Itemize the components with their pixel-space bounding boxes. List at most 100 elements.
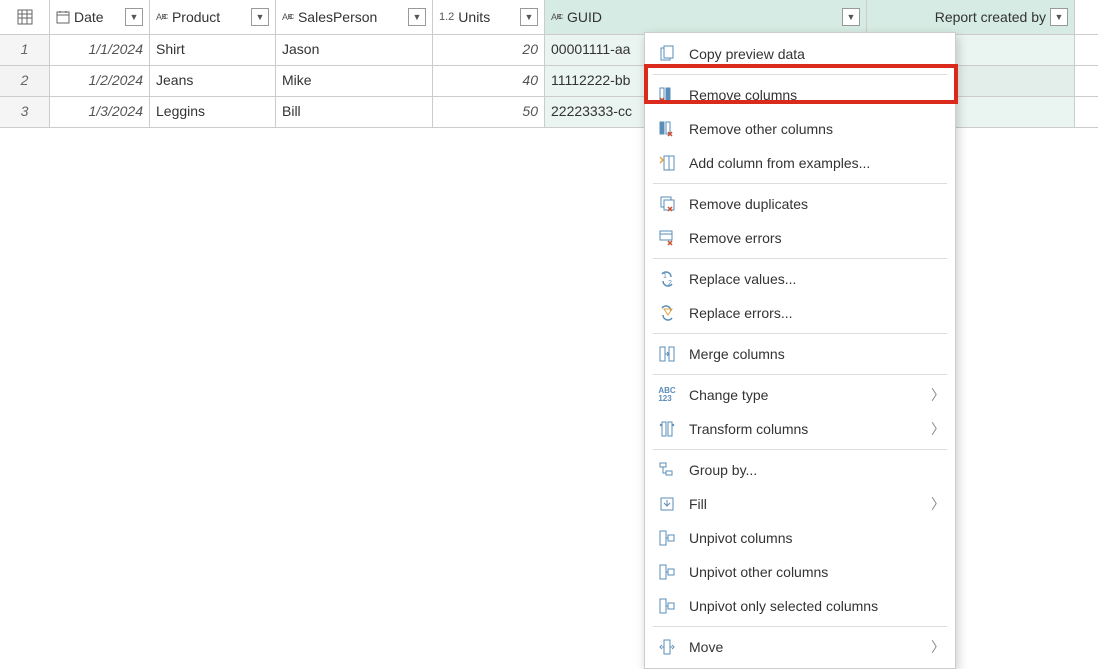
column-label: SalesPerson (298, 9, 404, 25)
column-header-guid[interactable]: ABC GUID ▼ (545, 0, 867, 34)
menu-remove-errors[interactable]: Remove errors (645, 221, 955, 255)
text-type-icon: ABC (156, 13, 168, 21)
column-header-product[interactable]: ABC Product ▼ (150, 0, 276, 34)
remove-duplicates-icon (655, 192, 679, 216)
unpivot-icon (655, 526, 679, 550)
menu-remove-duplicates[interactable]: Remove duplicates (645, 187, 955, 221)
replace-errors-icon (655, 301, 679, 325)
unpivot-other-icon (655, 560, 679, 584)
menu-label: Replace errors... (689, 305, 945, 321)
context-menu: Copy preview data Remove columns Remove … (644, 32, 956, 669)
menu-move[interactable]: Move 〉 (645, 630, 955, 664)
change-type-icon: ABC 123 (655, 383, 679, 407)
column-header-salesperson[interactable]: ABC SalesPerson ▼ (276, 0, 433, 34)
menu-merge-columns[interactable]: Merge columns (645, 337, 955, 371)
cell-units[interactable]: 20 (433, 35, 545, 65)
cell-units[interactable]: 40 (433, 66, 545, 96)
cell-salesperson[interactable]: Mike (276, 66, 433, 96)
chevron-right-icon: 〉 (931, 385, 945, 405)
column-header-row: Date ▼ ABC Product ▼ ABC SalesPerson ▼ 1… (0, 0, 1098, 35)
menu-separator (653, 258, 947, 259)
move-icon (655, 635, 679, 659)
menu-label: Change type (689, 387, 931, 403)
chevron-right-icon: 〉 (931, 637, 945, 657)
filter-dropdown-button[interactable]: ▼ (842, 8, 860, 26)
filter-dropdown-button[interactable]: ▼ (125, 8, 143, 26)
column-label: Product (172, 9, 247, 25)
add-column-icon (655, 151, 679, 175)
menu-replace-values[interactable]: 12 Replace values... (645, 262, 955, 296)
cell-date[interactable]: 1/2/2024 (50, 66, 150, 96)
menu-separator (653, 333, 947, 334)
cell-salesperson[interactable]: Bill (276, 97, 433, 127)
remove-columns-icon (655, 83, 679, 107)
svg-text:2: 2 (668, 280, 672, 287)
cell-date[interactable]: 1/1/2024 (50, 35, 150, 65)
cell-units[interactable]: 50 (433, 97, 545, 127)
column-label: GUID (567, 9, 838, 25)
menu-transform-columns[interactable]: Transform columns 〉 (645, 412, 955, 446)
cell-product[interactable]: Shirt (150, 35, 276, 65)
copy-icon (655, 42, 679, 66)
menu-unpivot-columns[interactable]: Unpivot columns (645, 521, 955, 555)
menu-label: Remove duplicates (689, 196, 945, 212)
column-label: Date (74, 9, 121, 25)
replace-values-icon: 12 (655, 267, 679, 291)
menu-remove-columns[interactable]: Remove columns (645, 78, 955, 112)
menu-label: Remove errors (689, 230, 945, 246)
unpivot-selected-icon (655, 594, 679, 618)
menu-replace-errors[interactable]: Replace errors... (645, 296, 955, 330)
menu-label: Replace values... (689, 271, 945, 287)
fill-icon (655, 492, 679, 516)
filter-dropdown-button[interactable]: ▼ (520, 8, 538, 26)
menu-copy-preview-data[interactable]: Copy preview data (645, 37, 955, 71)
column-label: Units (458, 9, 516, 25)
calendar-icon (56, 10, 70, 24)
table-icon (16, 8, 34, 26)
menu-remove-other-columns[interactable]: Remove other columns (645, 112, 955, 146)
menu-label: Merge columns (689, 346, 945, 362)
menu-unpivot-other-columns[interactable]: Unpivot other columns (645, 555, 955, 589)
menu-label: Group by... (689, 462, 945, 478)
text-type-icon: ABC (282, 13, 294, 21)
number-type-icon: 1.2 (439, 11, 454, 23)
cell-product[interactable]: Jeans (150, 66, 276, 96)
filter-dropdown-button[interactable]: ▼ (1050, 8, 1068, 26)
row-number[interactable]: 1 (0, 35, 50, 65)
cell-product[interactable]: Leggins (150, 97, 276, 127)
transform-columns-icon (655, 417, 679, 441)
menu-label: Unpivot other columns (689, 564, 945, 580)
row-number[interactable]: 2 (0, 66, 50, 96)
filter-dropdown-button[interactable]: ▼ (251, 8, 269, 26)
menu-label: Transform columns (689, 421, 931, 437)
menu-separator (653, 74, 947, 75)
menu-separator (653, 374, 947, 375)
menu-label: Unpivot columns (689, 530, 945, 546)
remove-errors-icon (655, 226, 679, 250)
menu-label: Remove columns (689, 87, 945, 103)
chevron-right-icon: 〉 (931, 419, 945, 439)
menu-label: Add column from examples... (689, 155, 945, 171)
filter-dropdown-button[interactable]: ▼ (408, 8, 426, 26)
svg-text:1: 1 (663, 273, 667, 280)
corner-cell[interactable] (0, 0, 50, 34)
menu-separator (653, 449, 947, 450)
menu-label: Copy preview data (689, 46, 945, 62)
menu-group-by[interactable]: Group by... (645, 453, 955, 487)
menu-add-column-from-examples[interactable]: Add column from examples... (645, 146, 955, 180)
menu-change-type[interactable]: ABC 123 Change type 〉 (645, 378, 955, 412)
menu-label: Fill (689, 496, 931, 512)
column-header-reportby[interactable]: Report created by ▼ (867, 0, 1075, 34)
cell-date[interactable]: 1/3/2024 (50, 97, 150, 127)
cell-salesperson[interactable]: Jason (276, 35, 433, 65)
merge-columns-icon (655, 342, 679, 366)
column-header-units[interactable]: 1.2 Units ▼ (433, 0, 545, 34)
menu-unpivot-only-selected[interactable]: Unpivot only selected columns (645, 589, 955, 623)
menu-fill[interactable]: Fill 〉 (645, 487, 955, 521)
column-header-date[interactable]: Date ▼ (50, 0, 150, 34)
menu-label: Remove other columns (689, 121, 945, 137)
menu-separator (653, 626, 947, 627)
group-by-icon (655, 458, 679, 482)
row-number[interactable]: 3 (0, 97, 50, 127)
chevron-right-icon: 〉 (931, 494, 945, 514)
